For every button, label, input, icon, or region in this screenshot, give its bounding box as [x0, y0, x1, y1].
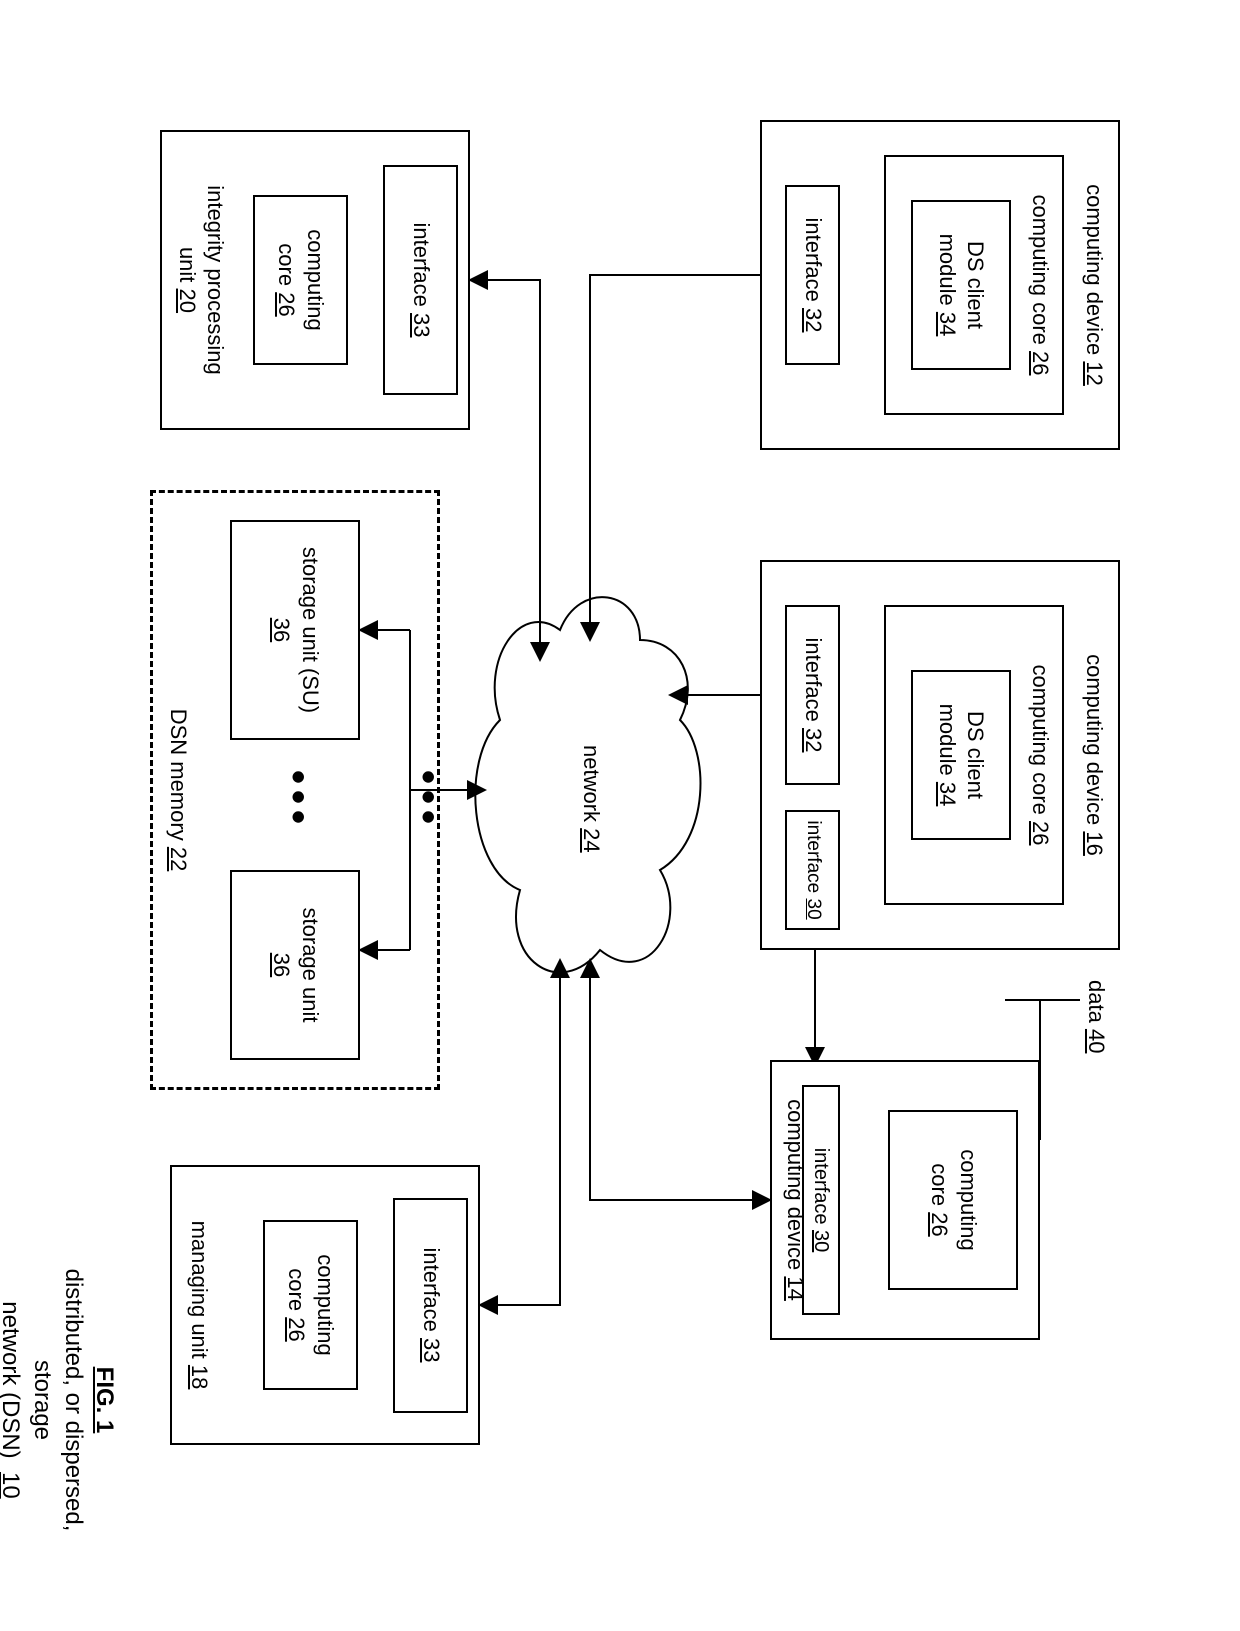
storage-unit-1: storage unit (SU) 36 — [230, 520, 360, 740]
storage-unit-2: storage unit 36 — [230, 870, 360, 1060]
diagram-canvas: data 40 computing device 12 computing co… — [0, 0, 1240, 1631]
network-label: network 24 — [576, 745, 605, 853]
ellipsis-mid: ••• — [405, 770, 450, 830]
managing-unit: interface 33 computing core 26 managing … — [170, 1165, 480, 1445]
ellipsis-top: ••• — [275, 770, 320, 830]
mu-title: managing unit 18 — [184, 1221, 213, 1390]
cd16-core-label: computing core 26 — [1026, 664, 1055, 845]
dsn-memory-label: DSN memory 22 — [163, 709, 192, 872]
cd16-core: computing core 26 DS client module 34 — [884, 605, 1064, 905]
ipu-title: integrity processing unit 20 — [172, 185, 229, 375]
data-label: data 40 — [1081, 980, 1110, 1053]
diagram-rotated-wrapper: data 40 computing device 12 computing co… — [0, 0, 1240, 1240]
mu-core: computing core 26 — [263, 1220, 358, 1390]
figure-caption: FIG. 1 distributed, or dispersed, storag… — [0, 1230, 120, 1570]
cd14-interface-30: interface 30 — [802, 1085, 840, 1315]
cd16-interface-30: interface 30 — [785, 810, 840, 930]
cd12-interface-32: interface 32 — [785, 185, 840, 365]
cd14-core: computing core 26 — [888, 1110, 1018, 1290]
cd12-title: computing device 12 — [1079, 184, 1108, 386]
ipu-interface-33: interface 33 — [383, 165, 458, 395]
cd16-title: computing device 16 — [1079, 654, 1108, 856]
cd12-core: computing core 26 DS client module 34 — [884, 155, 1064, 415]
integrity-processing-unit: interface 33 computing core 26 integrity… — [160, 130, 470, 430]
cd16-ds-client: DS client module 34 — [911, 670, 1011, 840]
cd12-ds-client: DS client module 34 — [911, 200, 1011, 370]
ipu-core: computing core 26 — [253, 195, 348, 365]
cd12-core-label: computing core 26 — [1026, 194, 1055, 375]
mu-interface-33: interface 33 — [393, 1198, 468, 1413]
cd16-interface-32: interface 32 — [785, 605, 840, 785]
